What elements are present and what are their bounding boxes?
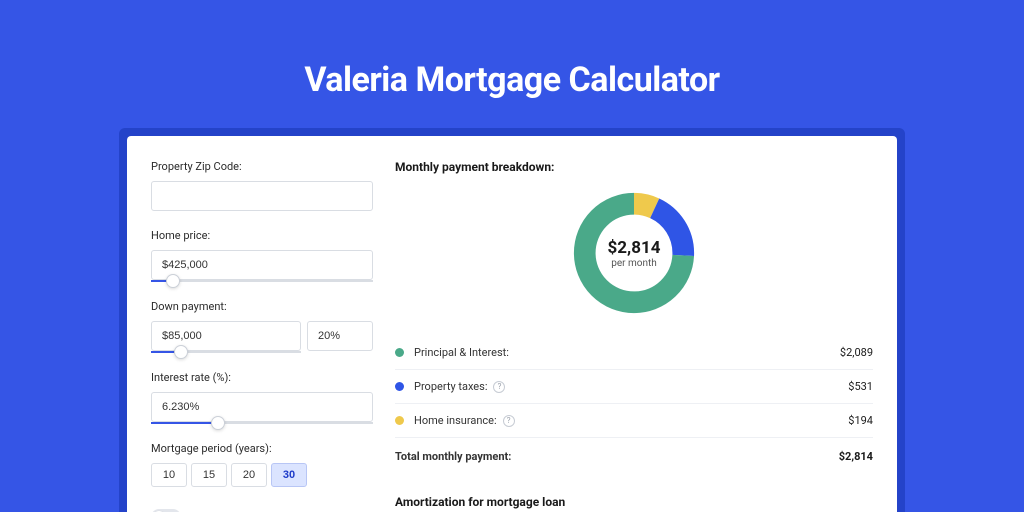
down-payment-input[interactable] <box>151 321 301 351</box>
down-payment-pct-input[interactable] <box>307 321 373 351</box>
breakdown-column: Monthly payment breakdown: $2,814 per mo… <box>387 136 897 512</box>
down-payment-label: Down payment: <box>151 300 373 313</box>
inputs-column: Property Zip Code: Home price: Down paym… <box>127 136 387 512</box>
legend-dot <box>395 348 404 357</box>
legend-row: Property taxes:? $531 <box>395 370 873 404</box>
interest-slider-fill <box>151 422 218 424</box>
amortization-title: Amortization for mortgage loan <box>395 495 873 509</box>
period-options: 10152030 <box>151 463 373 487</box>
interest-input[interactable] <box>151 392 373 422</box>
calculator-panel: Property Zip Code: Home price: Down paym… <box>127 136 897 512</box>
period-option-10[interactable]: 10 <box>151 463 187 487</box>
zip-field-block: Property Zip Code: <box>151 160 373 211</box>
period-field-block: Mortgage period (years): 10152030 <box>151 442 373 487</box>
home-price-slider-thumb[interactable] <box>166 274 180 288</box>
legend-value: $2,089 <box>840 346 873 359</box>
donut-chart: $2,814 per month <box>569 188 699 318</box>
down-payment-slider[interactable] <box>151 351 301 353</box>
interest-slider[interactable] <box>151 422 373 424</box>
legend-list: Principal & Interest: $2,089 Property taxe… <box>395 336 873 438</box>
legend-value: $531 <box>848 380 873 393</box>
home-price-input[interactable] <box>151 250 373 280</box>
legend-label: Principal & Interest: <box>414 346 509 359</box>
legend-dot <box>395 382 404 391</box>
down-payment-slider-thumb[interactable] <box>174 345 188 359</box>
period-option-15[interactable]: 15 <box>191 463 227 487</box>
period-label: Mortgage period (years): <box>151 442 373 455</box>
help-icon[interactable]: ? <box>493 381 505 393</box>
donut-chart-wrap: $2,814 per month <box>395 188 873 318</box>
legend-label: Home insurance: <box>414 414 497 427</box>
page-title: Valeria Mortgage Calculator <box>0 0 1024 128</box>
legend-value: $194 <box>848 414 873 427</box>
legend-row: Home insurance:? $194 <box>395 404 873 438</box>
legend-label: Property taxes: <box>414 380 487 393</box>
home-price-label: Home price: <box>151 229 373 242</box>
legend-dot <box>395 416 404 425</box>
down-payment-field-block: Down payment: <box>151 300 373 353</box>
period-option-30[interactable]: 30 <box>271 463 307 487</box>
home-price-slider[interactable] <box>151 280 373 282</box>
donut-center: $2,814 per month <box>569 188 699 318</box>
legend-total-row: Total monthly payment: $2,814 <box>395 438 873 473</box>
zip-label: Property Zip Code: <box>151 160 373 173</box>
interest-slider-thumb[interactable] <box>211 416 225 430</box>
amortization-section: Amortization for mortgage loan Amortizat… <box>395 495 873 512</box>
breakdown-title: Monthly payment breakdown: <box>395 160 873 174</box>
interest-field-block: Interest rate (%): <box>151 371 373 424</box>
zip-input[interactable] <box>151 181 373 211</box>
calculator-panel-shadow: Property Zip Code: Home price: Down paym… <box>119 128 905 512</box>
home-price-field-block: Home price: <box>151 229 373 282</box>
legend-total-label: Total monthly payment: <box>395 450 511 463</box>
donut-sub: per month <box>611 258 657 269</box>
donut-amount: $2,814 <box>608 238 661 258</box>
interest-label: Interest rate (%): <box>151 371 373 384</box>
period-option-20[interactable]: 20 <box>231 463 267 487</box>
legend-total-value: $2,814 <box>839 450 873 463</box>
help-icon[interactable]: ? <box>503 415 515 427</box>
legend-row: Principal & Interest: $2,089 <box>395 336 873 370</box>
